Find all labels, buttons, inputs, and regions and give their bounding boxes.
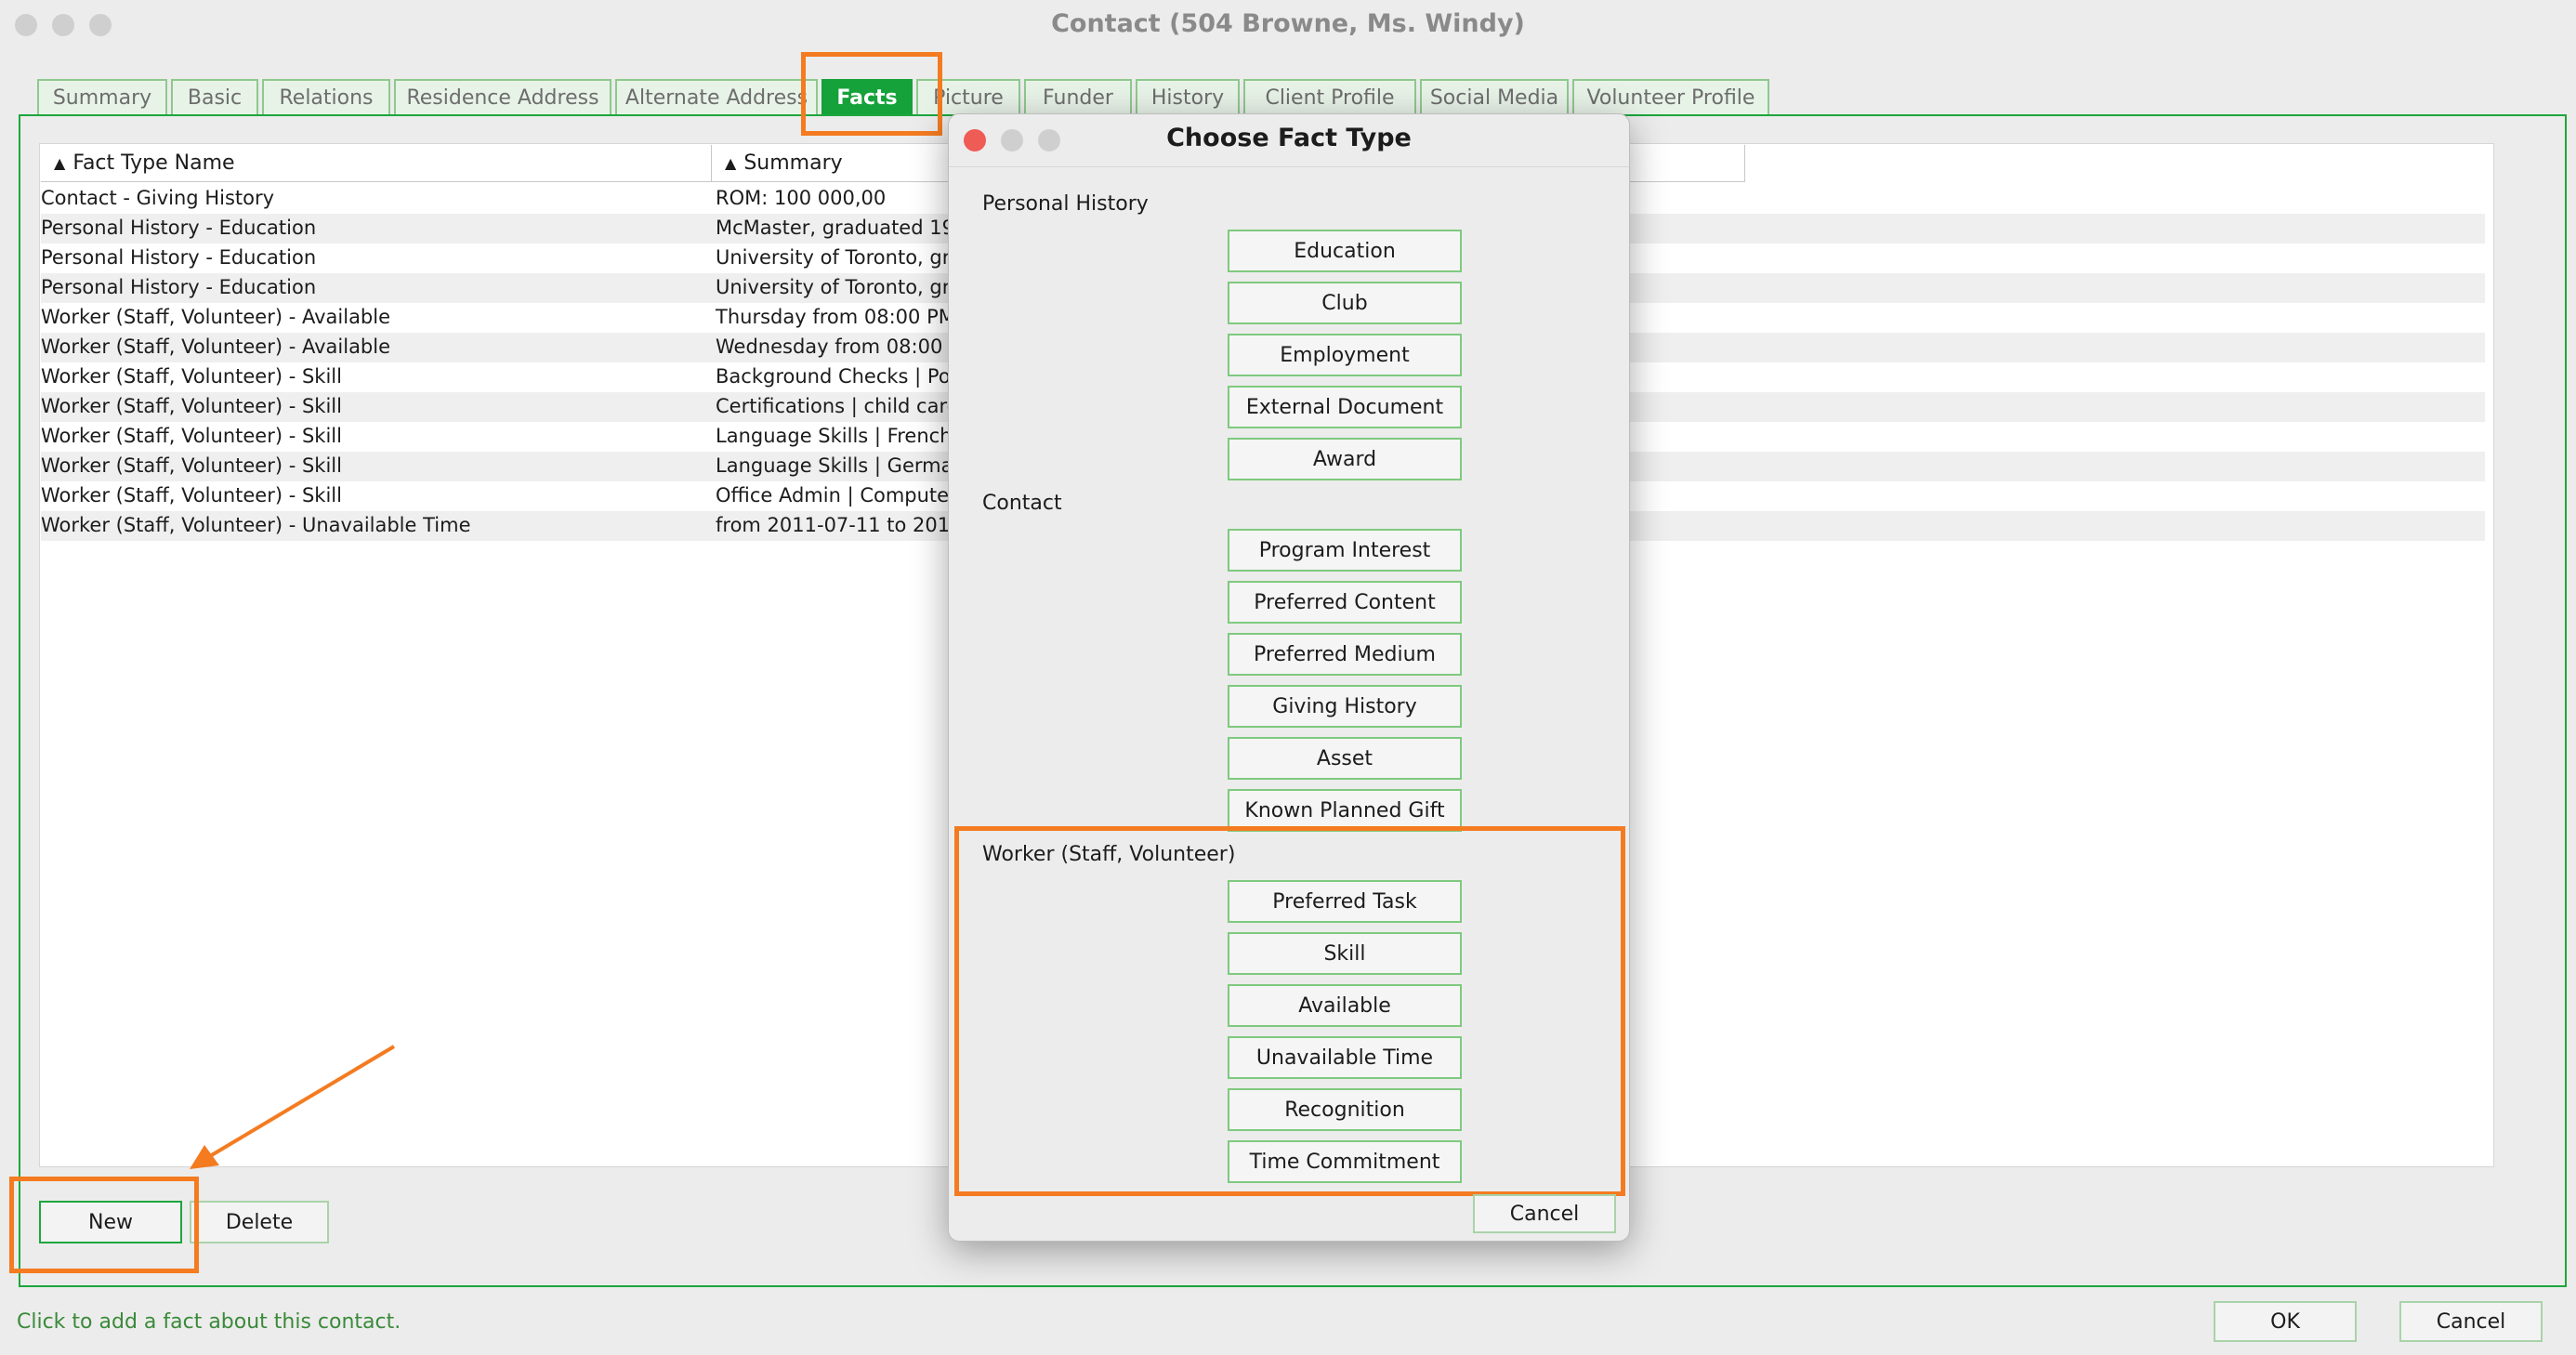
option-giving-history-button[interactable]: Giving History	[1228, 685, 1462, 728]
section-label-contact: Contact	[982, 492, 1062, 515]
option-program-interest-button[interactable]: Program Interest	[1228, 529, 1462, 572]
facts-tab-highlight	[801, 52, 942, 136]
dialog-title: Choose Fact Type	[1166, 124, 1412, 152]
delete-button[interactable]: Delete	[190, 1201, 329, 1243]
option-club-button[interactable]: Club	[1228, 282, 1462, 324]
option-employment-button[interactable]: Employment	[1228, 334, 1462, 376]
option-education-button[interactable]: Education	[1228, 230, 1462, 272]
caret-up-icon: ▲	[725, 154, 737, 172]
option-asset-button[interactable]: Asset	[1228, 737, 1462, 780]
dialog-cancel-button[interactable]: Cancel	[1473, 1194, 1616, 1233]
column-header-fact-type[interactable]: ▲ Fact Type Name	[41, 145, 712, 182]
tab-client-profile[interactable]: Client Profile	[1243, 79, 1416, 114]
option-external-document-button[interactable]: External Document	[1228, 386, 1462, 428]
caret-up-icon: ▲	[54, 154, 66, 172]
tab-funder[interactable]: Funder	[1024, 79, 1132, 114]
option-award-button[interactable]: Award	[1228, 438, 1462, 480]
tab-residence-address[interactable]: Residence Address	[394, 79, 611, 114]
tab-summary[interactable]: Summary	[37, 79, 167, 114]
worker-section-highlight	[954, 826, 1625, 1196]
dialog-separator	[949, 166, 1629, 167]
option-preferred-medium-button[interactable]: Preferred Medium	[1228, 633, 1462, 676]
tab-alternate-address[interactable]: Alternate Address	[615, 79, 818, 114]
tab-relations[interactable]: Relations	[262, 79, 390, 114]
window-title: Contact (504 Browne, Ms. Windy)	[1051, 9, 1525, 38]
window-titlebar: Contact (504 Browne, Ms. Windy)	[0, 0, 2576, 50]
ok-button[interactable]: OK	[2214, 1301, 2357, 1342]
tab-basic[interactable]: Basic	[171, 79, 258, 114]
choose-fact-type-dialog: Choose Fact Type Personal History Educat…	[948, 113, 1630, 1242]
status-text: Click to add a fact about this contact.	[17, 1310, 401, 1334]
tab-history[interactable]: History	[1136, 79, 1240, 114]
tab-volunteer-profile[interactable]: Volunteer Profile	[1572, 79, 1769, 114]
section-label-personal-history: Personal History	[982, 192, 1149, 216]
tab-social-media[interactable]: Social Media	[1420, 79, 1569, 114]
orange-arrow-annotation	[190, 1045, 396, 1169]
cancel-button[interactable]: Cancel	[2399, 1301, 2543, 1342]
new-button-highlight	[9, 1177, 199, 1273]
option-preferred-content-button[interactable]: Preferred Content	[1228, 581, 1462, 624]
